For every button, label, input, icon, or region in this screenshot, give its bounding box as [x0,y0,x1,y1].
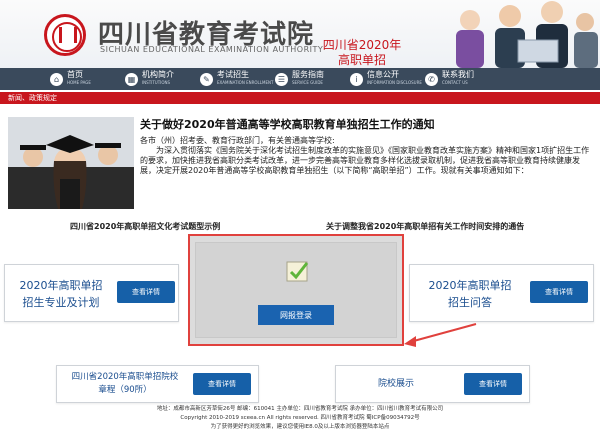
charter-card-line1: 四川省2020年高职单招院校 [71,372,179,382]
building-icon: ▦ [125,72,138,86]
nav-label: 机构简介 [142,70,174,79]
charter-card-line2: 章程（90所） [98,385,152,395]
nav-en-label: EXAMINATION ENROLLMENT [217,80,274,85]
login-panel: 网报登录 [188,234,404,346]
notice-body: 各市（州）招考委、教育行政部门，有关普通高等学校: 为深入贯彻落实《国务院关于深… [140,136,595,176]
banner-text: 四川省2020年 高职单招 [312,38,412,68]
annotation-arrow-icon [404,323,477,347]
contact-icon: ✆ [425,72,438,86]
charter-card[interactable]: 四川省2020年高职单招院校 章程（90所） 查看详情 [56,365,259,403]
site-header: 四川省教育考试院 SICHUAN EDUCATIONAL EXAMINATION… [0,0,600,68]
nav-label: 服务指南 [292,70,324,79]
info-icon: i [350,72,363,86]
site-footer: 地址：成都市高新区芳草街26号 邮编：610041 主办单位：四川省教育考试院 … [0,405,600,432]
notice-title[interactable]: 关于做好2020年普通高等学校高职教育单独招生工作的通知 [140,116,435,132]
nav-label: 联系我们 [442,70,474,79]
faq-card-line2: 招生问答 [448,296,492,309]
charter-detail-button[interactable]: 查看详情 [193,373,251,395]
service-icon: ☰ [275,72,288,86]
plan-card[interactable]: 2020年高职单招 招生专业及计划 查看详情 [4,264,179,322]
charter-card-text: 四川省2020年高职单招院校 章程（90所） [61,371,189,397]
showcase-card-text: 院校展示 [377,379,414,389]
notice-paragraph: 为深入贯彻落实《国务院关于深化考试招生制度改革的实施意见》《国家职业教育改革实施… [140,146,590,175]
nav-en-label: INSTITUTIONS [142,80,171,85]
footer-browser-note: 为了获得更好的浏览效果，建议您使用IE8.0及以上版本浏览器登陆本站点 [210,424,390,430]
nav-label: 首页 [67,70,83,79]
site-subtitle: SICHUAN EDUCATIONAL EXAMINATION AUTHORIT… [100,45,324,54]
faq-card-line1: 2020年高职单招 [428,279,512,292]
check-document-icon [286,261,309,282]
faq-card-text: 2020年高职单招 招生问答 [418,277,522,311]
graduate-photo [8,117,134,209]
plan-card-line2: 招生专业及计划 [22,296,100,309]
logo-icon[interactable] [44,14,86,56]
nav-en-label: INFORMATION DISCLOSURE [367,80,422,85]
footer-copyright: Copyright 2010-2019 sceea.cn All rights … [180,415,420,421]
showcase-detail-button[interactable]: 查看详情 [464,373,522,395]
exam-sample-link[interactable]: 四川省2020年高职单招文化考试题型示例 [70,221,220,232]
nav-en-label: CONTACT US [442,80,468,85]
nav-item-contact[interactable]: ✆ 联系我们 CONTACT US [425,71,500,87]
nav-item-institutions[interactable]: ▦ 机构简介 INSTITUTIONS [125,71,200,87]
nav-en-label: SERVICE GUIDE [292,80,323,85]
breadcrumb[interactable]: 新闻、政策规定 [8,93,57,103]
nav-item-service[interactable]: ☰ 服务指南 SERVICE GUIDE [275,71,350,87]
banner-line1: 四川省2020年 [322,38,402,52]
exam-icon: ✎ [200,72,213,86]
plan-card-text: 2020年高职单招 招生专业及计划 [11,277,111,311]
faq-detail-button[interactable]: 查看详情 [530,281,588,303]
nav-en-label: HOME PAGE [67,80,91,85]
main-nav: ⌂ 首页 HOME PAGE ▦ 机构简介 INSTITUTIONS ✎ 考试招生 E… [0,68,600,90]
schedule-adjust-link[interactable]: 关于调整我省2020年高职单招有关工作时间安排的通告 [326,221,524,232]
online-registration-login-button[interactable]: 网报登录 [258,305,334,325]
nav-item-disclosure[interactable]: i 信息公开 INFORMATION DISCLOSURE [350,71,425,87]
footer-address: 地址：成都市高新区芳草街26号 邮编：610041 主办单位：四川省教育考试院 … [156,406,444,412]
plan-detail-button[interactable]: 查看详情 [117,281,175,303]
faq-card[interactable]: 2020年高职单招 招生问答 查看详情 [409,264,594,322]
login-panel-inner: 网报登录 [195,242,397,338]
banner-people-image [456,1,598,68]
notice-greeting: 各市（州）招考委、教育行政部门，有关普通高等学校: [140,136,335,145]
showcase-card[interactable]: 院校展示 查看详情 [335,365,530,403]
nav-item-enrollment[interactable]: ✎ 考试招生 EXAMINATION ENROLLMENT [200,71,275,87]
plan-card-line1: 2020年高职单招 [19,279,103,292]
breadcrumb-bar [0,92,600,104]
nav-item-home[interactable]: ⌂ 首页 HOME PAGE [50,71,125,87]
nav-label: 考试招生 [217,70,249,79]
home-icon: ⌂ [50,72,63,86]
nav-label: 信息公开 [367,70,399,79]
banner-line2: 高职单招 [337,53,386,67]
